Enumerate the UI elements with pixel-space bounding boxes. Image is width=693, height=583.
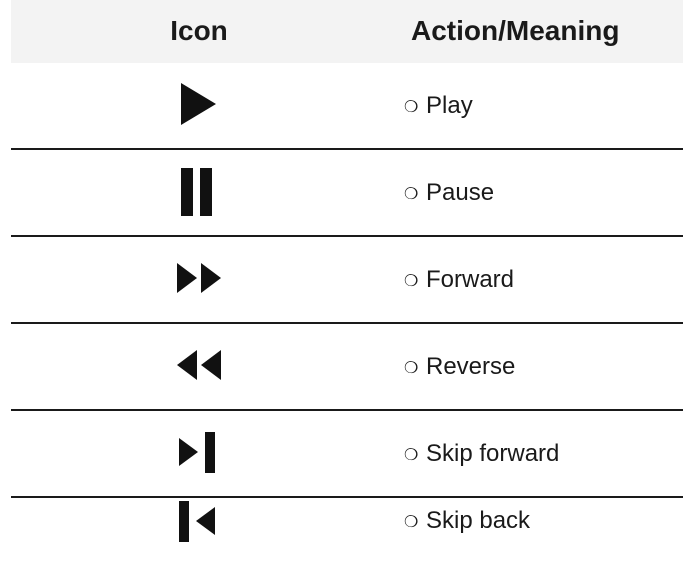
rewind-icon [106, 324, 292, 409]
bullet-circle-icon: ❍ [404, 98, 419, 116]
play-icon [106, 63, 292, 148]
table-row: ❍ Play [11, 63, 683, 150]
skip-back-icon [106, 498, 292, 583]
bullet-circle-icon: ❍ [404, 272, 419, 290]
table-row: ❍ Skip forward [11, 411, 683, 498]
skip-forward-icon [106, 411, 292, 496]
header-icon-column: Icon [170, 15, 228, 46]
media-controls-table: Icon Action/Meaning ❍ Play ❍ Pause ❍ For… [0, 0, 693, 545]
row-label: Skip forward [426, 439, 560, 467]
table-header: Icon Action/Meaning [11, 0, 683, 63]
row-label: Reverse [426, 352, 516, 380]
table-row: ❍ Reverse [11, 324, 683, 411]
row-label: Skip back [426, 507, 531, 534]
bullet-circle-icon: ❍ [404, 359, 419, 377]
row-label: Forward [426, 265, 515, 293]
row-label: Play [426, 91, 473, 119]
bullet-circle-icon: ❍ [404, 446, 419, 464]
fast-forward-icon [106, 237, 292, 322]
bullet-circle-icon: ❍ [404, 185, 419, 203]
pause-icon [106, 150, 292, 235]
bullet-circle-icon: ❍ [404, 514, 419, 531]
table-row: ❍ Forward [11, 237, 683, 324]
header-action-column: Action/Meaning [411, 15, 620, 46]
table-row: ❍ Pause [11, 150, 683, 237]
row-label: Pause [426, 178, 495, 206]
table-row: ❍ Skip back [11, 498, 683, 583]
